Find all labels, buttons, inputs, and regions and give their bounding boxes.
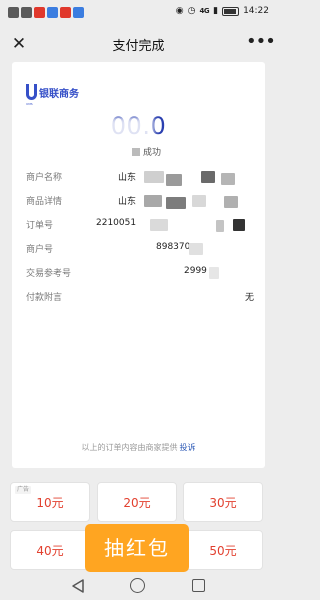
app-notification-icon bbox=[47, 7, 58, 18]
amount-label: 50元 bbox=[209, 544, 237, 558]
row-value: 898370 bbox=[156, 242, 191, 252]
merchant-name-row: 商户名称 山东 bbox=[26, 170, 251, 186]
row-label: 交易参考号 bbox=[26, 269, 72, 279]
row-label: 付款附言 bbox=[26, 293, 63, 303]
row-label: 订单号 bbox=[26, 221, 54, 231]
row-label: 商户号 bbox=[26, 245, 54, 255]
amount-label: 30元 bbox=[209, 496, 237, 510]
more-icon[interactable]: ••• bbox=[246, 33, 276, 55]
status-bar: ◉ ◷ 4G ▮ 14:22 bbox=[0, 0, 277, 26]
redaction-mosaic bbox=[144, 195, 162, 207]
app-notification-icon bbox=[8, 7, 19, 18]
logo-mark-icon bbox=[26, 84, 37, 100]
clock: 14:22 bbox=[243, 6, 269, 16]
amount-label: 20元 bbox=[123, 496, 151, 510]
signal-icon: ▮ bbox=[213, 6, 219, 16]
amount-redaction bbox=[98, 117, 154, 143]
notification-icons bbox=[8, 7, 84, 18]
app-notification-icon bbox=[34, 7, 45, 18]
eye-icon: ◉ bbox=[175, 6, 184, 16]
row-value: 2999 bbox=[184, 266, 207, 276]
recent-square-icon[interactable] bbox=[192, 579, 205, 592]
row-label: 商品详情 bbox=[26, 197, 63, 207]
redaction-mosaic bbox=[209, 267, 219, 279]
amount-option[interactable]: 20元 bbox=[97, 482, 177, 522]
redaction-mosaic bbox=[166, 174, 182, 186]
redaction-mosaic bbox=[221, 173, 235, 185]
amount-option[interactable]: 40元 bbox=[10, 530, 90, 570]
redaction-mosaic bbox=[150, 219, 168, 231]
payment-note-row: 付款附言 无 bbox=[26, 290, 254, 306]
receipt-card: 银联商务 UMS 00.0 成功 商户名称 山东 商品详情 山东 订单号 221… bbox=[12, 62, 265, 468]
status-indicators: ◉ ◷ 4G ▮ 14:22 bbox=[176, 6, 269, 16]
amount-option[interactable]: 50元 bbox=[183, 530, 263, 570]
ad-tag: 广告 bbox=[15, 486, 32, 494]
home-circle-icon[interactable] bbox=[130, 578, 145, 593]
app-notification-icon bbox=[60, 7, 71, 18]
back-triangle-icon[interactable] bbox=[70, 578, 86, 594]
payment-status: 成功 bbox=[132, 145, 161, 158]
red-packet-button[interactable]: 抽红包 bbox=[85, 524, 189, 572]
redaction-mosaic bbox=[144, 171, 164, 183]
reference-number-row: 交易参考号 2999 bbox=[26, 266, 251, 282]
redaction-mosaic bbox=[201, 171, 215, 183]
redaction-mosaic bbox=[233, 219, 245, 231]
row-value: 山东 bbox=[118, 173, 137, 183]
footer-note-text: 以上的订单内容由商家提供 bbox=[81, 443, 178, 452]
redaction-mosaic bbox=[166, 197, 186, 209]
redaction-mosaic bbox=[224, 196, 238, 208]
redaction-mosaic bbox=[132, 147, 140, 156]
product-detail-row: 商品详情 山东 bbox=[26, 194, 251, 210]
amount-option[interactable]: 广告 10元 bbox=[10, 482, 90, 522]
system-nav-bar bbox=[0, 572, 277, 600]
redaction-mosaic bbox=[192, 195, 206, 207]
battery-icon bbox=[222, 6, 240, 16]
app-notification-icon bbox=[73, 7, 84, 18]
amount-option[interactable]: 30元 bbox=[183, 482, 263, 522]
order-number-row: 订单号 2210051 bbox=[26, 218, 251, 234]
page-title: 支付完成 bbox=[112, 39, 165, 54]
row-value: 山东 bbox=[118, 197, 137, 207]
merchant-id-row: 商户号 898370 bbox=[26, 242, 251, 258]
alarm-icon: ◷ bbox=[187, 6, 196, 16]
amount-label: 40元 bbox=[36, 544, 64, 558]
complaint-link[interactable]: 投诉 bbox=[180, 443, 196, 452]
unionpay-logo: 银联商务 bbox=[26, 84, 79, 100]
status-text: 成功 bbox=[143, 148, 162, 158]
network-label: 4G bbox=[199, 7, 210, 15]
app-notification-icon bbox=[21, 7, 32, 18]
nav-bar: ✕ 支付完成 ••• bbox=[0, 26, 277, 62]
merchant-provided-note: 以上的订单内容由商家提供 投诉 bbox=[12, 442, 265, 453]
redaction-mosaic bbox=[189, 243, 203, 255]
redaction-mosaic bbox=[216, 220, 224, 232]
row-value: 2210051 bbox=[96, 218, 137, 228]
row-value: 无 bbox=[244, 293, 254, 303]
row-label: 商户名称 bbox=[26, 173, 63, 183]
amount-label: 10元 bbox=[36, 496, 64, 510]
logo-text: 银联商务 bbox=[39, 88, 79, 100]
logo-sub: UMS bbox=[26, 102, 33, 106]
